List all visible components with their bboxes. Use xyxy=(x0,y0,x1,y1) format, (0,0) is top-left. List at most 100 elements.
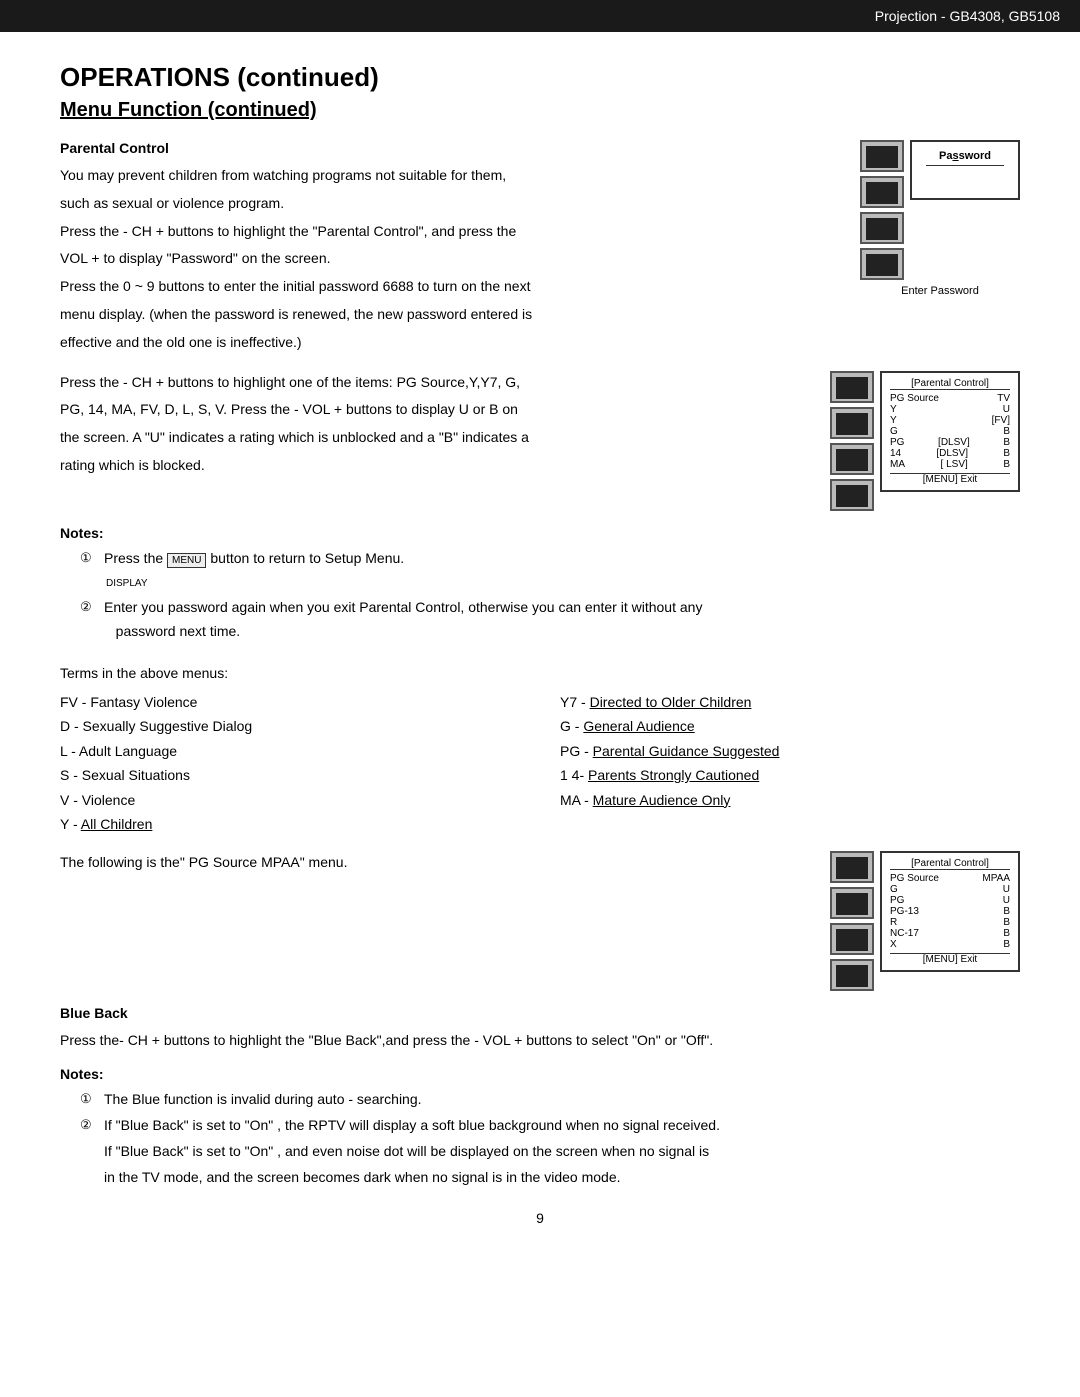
page-number: 9 xyxy=(60,1210,1020,1226)
menu-icon: MENU xyxy=(167,553,206,568)
note-circle-2: ② xyxy=(80,596,98,644)
term-g: G - General Audience xyxy=(560,714,1020,739)
term-y-underline: All Children xyxy=(81,816,153,832)
para-10: the screen. A "U" indicates a rating whi… xyxy=(60,426,800,450)
parental-control-title: Parental Control xyxy=(60,140,830,156)
blue-back-section: Blue Back Press the- CH + buttons to hig… xyxy=(60,1005,1020,1053)
tv-icons-left-2 xyxy=(830,371,874,511)
pc-row-4: PG[DLSV]B xyxy=(890,437,1010,448)
term-g-underline: General Audience xyxy=(583,718,694,734)
para-7: effective and the old one is ineffective… xyxy=(60,331,830,355)
mpaa-row-2: PGU xyxy=(890,895,1010,906)
mpaa-screen-panel: [Parental Control] PG SourceMPAA GU PGU … xyxy=(830,851,1020,991)
para-11: rating which is blocked. xyxy=(60,454,800,478)
para-9: PG, 14, MA, FV, D, L, S, V. Press the - … xyxy=(60,398,800,422)
note2-item-4: in the TV mode, and the screen becomes d… xyxy=(80,1166,1020,1190)
parental-control-text: Parental Control You may prevent childre… xyxy=(60,140,830,359)
pc-screen-footer: [MENU] Exit xyxy=(890,473,1010,485)
pc-row-2: Y[FV] xyxy=(890,415,1010,426)
pc-row-0: PG SourceTV xyxy=(890,393,1010,404)
tv-icon-10 xyxy=(830,887,874,919)
mpaa-row-4: RB xyxy=(890,917,1010,928)
pc-screen-title: [Parental Control] xyxy=(890,378,1010,390)
tv-icon-12 xyxy=(830,959,874,991)
term-v: V - Violence xyxy=(60,788,520,813)
term-y7-underline: Directed to Older Children xyxy=(590,694,752,710)
note2-item-3: If "Blue Back" is set to "On" , and even… xyxy=(80,1140,1020,1164)
pg-source-section: The following is the" PG Source MPAA" me… xyxy=(60,851,1020,991)
term-pg-underline: Parental Guidance Suggested xyxy=(593,743,780,759)
term-fv: FV - Fantasy Violence xyxy=(60,690,520,715)
note2-text-1: The Blue function is invalid during auto… xyxy=(104,1088,422,1112)
note-text-1: Press the MENU button to return to Setup… xyxy=(104,547,404,595)
term-y: Y - All Children xyxy=(60,812,520,837)
notes-title-2: Notes: xyxy=(60,1066,1020,1082)
notes-section-2: Notes: ① The Blue function is invalid du… xyxy=(60,1066,1020,1189)
note2-circle-3 xyxy=(80,1140,98,1164)
term-ma: MA - Mature Audience Only xyxy=(560,788,1020,813)
notes-section-1: Notes: ① Press the MENU button to return… xyxy=(60,525,1020,644)
para-6: menu display. (when the password is rene… xyxy=(60,303,830,327)
note-circle-1: ① xyxy=(80,547,98,595)
password-screen-title: Password xyxy=(926,150,1004,166)
term-d: D - Sexually Suggestive Dialog xyxy=(60,714,520,739)
para-8: Press the - CH + buttons to highlight on… xyxy=(60,371,800,395)
tv-icon-9 xyxy=(830,851,874,883)
pc-row-1: YU xyxy=(890,404,1010,415)
terms-right: Y7 - Directed to Older Children G - Gene… xyxy=(560,690,1020,837)
term-l: L - Adult Language xyxy=(60,739,520,764)
para-3: Press the - CH + buttons to highlight th… xyxy=(60,220,830,244)
term-s: S - Sexual Situations xyxy=(60,763,520,788)
tv-icon-4 xyxy=(860,248,904,280)
password-input-area xyxy=(926,172,1004,190)
main-content: OPERATIONS (continued) Menu Function (co… xyxy=(0,32,1080,1266)
terms-section: Terms in the above menus: FV - Fantasy V… xyxy=(60,662,1020,837)
terms-intro: Terms in the above menus: xyxy=(60,662,1020,686)
term-14: 1 4- Parents Strongly Cautioned xyxy=(560,763,1020,788)
page-sub-title: Menu Function (continued) xyxy=(60,99,1020,122)
para-2: such as sexual or violence program. xyxy=(60,192,830,216)
tv-icon-11 xyxy=(830,923,874,955)
tv-icon-3 xyxy=(860,212,904,244)
parental-control-section-2: Press the - CH + buttons to highlight on… xyxy=(60,371,1020,511)
mpaa-row-3: PG-13B xyxy=(890,906,1010,917)
note2-text-3: If "Blue Back" is set to "On" , and even… xyxy=(104,1140,709,1164)
pg-source-text: The following is the" PG Source MPAA" me… xyxy=(60,851,800,879)
tv-icon-2 xyxy=(860,176,904,208)
header-bar: Projection - GB4308, GB5108 xyxy=(0,0,1080,32)
note-text-2: Enter you password again when you exit P… xyxy=(104,596,702,644)
pc-row-3: GB xyxy=(890,426,1010,437)
para-1: You may prevent children from watching p… xyxy=(60,164,830,188)
mpaa-screen-title: [Parental Control] xyxy=(890,858,1010,870)
mpaa-row-5: NC-17B xyxy=(890,928,1010,939)
parental-control-section: Parental Control You may prevent childre… xyxy=(60,140,1020,359)
term-pg: PG - Parental Guidance Suggested xyxy=(560,739,1020,764)
mpaa-screen-footer: [MENU] Exit xyxy=(890,953,1010,965)
tv-icon-8 xyxy=(830,479,874,511)
term-14-underline: Parents Strongly Cautioned xyxy=(588,767,759,783)
terms-left: FV - Fantasy Violence D - Sexually Sugge… xyxy=(60,690,520,837)
tv-icon-7 xyxy=(830,443,874,475)
mpaa-row-0: PG SourceMPAA xyxy=(890,873,1010,884)
mpaa-row-6: XB xyxy=(890,939,1010,950)
password-screen-panel: Password Enter Password xyxy=(860,140,1020,297)
parental-screen-panel: [Parental Control] PG SourceTV YU Y[FV] … xyxy=(830,371,1020,511)
tv-icon-1 xyxy=(860,140,904,172)
note-item-2: ② Enter you password again when you exit… xyxy=(80,596,1020,644)
note2-circle-4 xyxy=(80,1166,98,1190)
note2-circle-1: ① xyxy=(80,1088,98,1112)
pc-row-6: MA[ LSV]B xyxy=(890,459,1010,470)
note2-text-4: in the TV mode, and the screen becomes d… xyxy=(104,1166,621,1190)
para-4: VOL + to display "Password" on the scree… xyxy=(60,247,830,271)
password-screen: Password xyxy=(910,140,1020,200)
note-item-1: ① Press the MENU button to return to Set… xyxy=(80,547,1020,595)
pc-row-5: 14[DLSV]B xyxy=(890,448,1010,459)
para-5: Press the 0 ~ 9 buttons to enter the ini… xyxy=(60,275,830,299)
note2-item-2: ② If "Blue Back" is set to "On" , the RP… xyxy=(80,1114,1020,1138)
pg-source-para: The following is the" PG Source MPAA" me… xyxy=(60,851,800,875)
note2-circle-2: ② xyxy=(80,1114,98,1138)
mpaa-row-1: GU xyxy=(890,884,1010,895)
terms-grid: FV - Fantasy Violence D - Sexually Sugge… xyxy=(60,690,1020,837)
mpaa-screen: [Parental Control] PG SourceMPAA GU PGU … xyxy=(880,851,1020,972)
blue-back-text: Press the- CH + buttons to highlight the… xyxy=(60,1029,1020,1053)
